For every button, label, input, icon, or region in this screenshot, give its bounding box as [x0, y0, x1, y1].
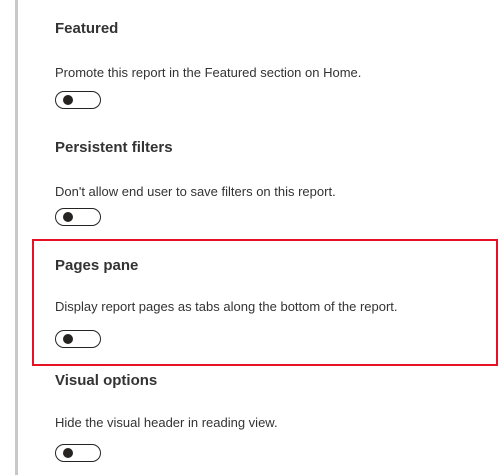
- toggle-knob: [63, 448, 73, 458]
- setting-description-visual-options: Hide the visual header in reading view.: [55, 415, 278, 430]
- setting-featured: Featured Promote this report in the Feat…: [55, 19, 495, 109]
- pages-pane-highlight-box: [32, 239, 498, 366]
- report-settings-panel: Featured Promote this report in the Feat…: [0, 0, 500, 475]
- setting-visual-options: Visual options Hide the visual header in…: [55, 371, 495, 462]
- setting-title-persistent-filters: Persistent filters: [55, 139, 173, 156]
- setting-persistent-filters: Persistent filters Don't allow end user …: [55, 138, 495, 226]
- toggle-knob: [63, 95, 73, 105]
- setting-title-featured: Featured: [55, 20, 119, 37]
- featured-toggle[interactable]: [55, 91, 101, 109]
- persistent-filters-toggle[interactable]: [55, 208, 101, 226]
- panel-left-border: [15, 0, 18, 475]
- setting-title-visual-options: Visual options: [55, 372, 158, 389]
- setting-description-featured: Promote this report in the Featured sect…: [55, 65, 362, 80]
- visual-options-toggle[interactable]: [55, 444, 101, 462]
- toggle-knob: [63, 212, 73, 222]
- setting-description-persistent-filters: Don't allow end user to save filters on …: [55, 184, 336, 199]
